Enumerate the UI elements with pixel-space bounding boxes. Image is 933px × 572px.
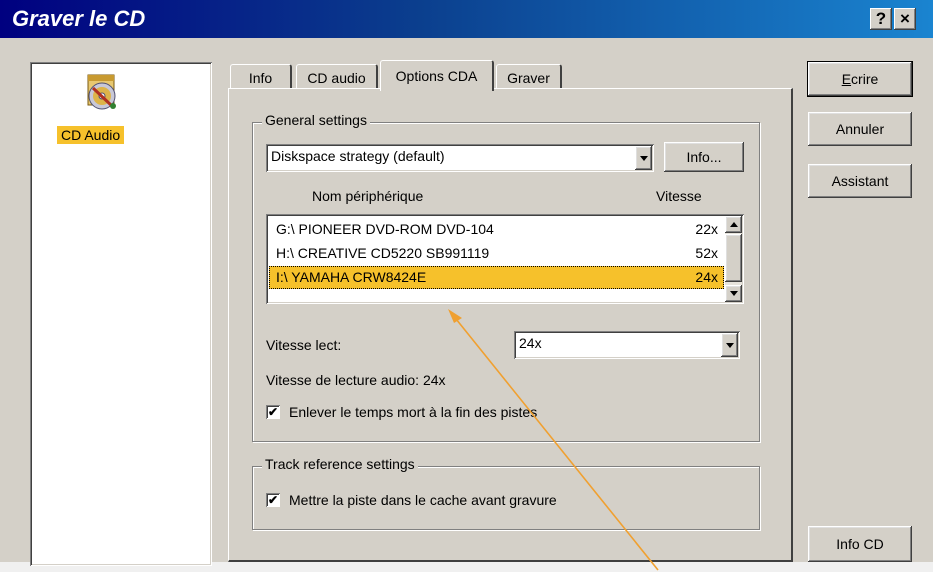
scroll-down-button[interactable]	[725, 285, 742, 302]
column-header-device: Nom périphérique	[312, 188, 424, 204]
drive-list-scrollbar[interactable]	[725, 216, 742, 302]
strategy-value: Diskspace strategy (default)	[271, 148, 445, 164]
window-title: Graver le CD	[12, 6, 146, 31]
close-button[interactable]: ×	[894, 8, 916, 30]
tab-options-cda[interactable]: Options CDA	[380, 60, 494, 91]
general-settings-label: General settings	[262, 112, 370, 128]
write-label: crire	[851, 71, 879, 87]
tab-graver[interactable]: Graver	[496, 64, 562, 90]
read-speed-label: Vitesse lect:	[266, 337, 342, 353]
cd-info-button[interactable]: Info CD	[808, 526, 912, 562]
source-list[interactable]: CD Audio	[30, 62, 212, 566]
tab-info[interactable]: Info	[230, 64, 292, 90]
write-accelerator: E	[841, 71, 852, 87]
chevron-down-icon	[725, 342, 734, 348]
cancel-button[interactable]: Annuler	[808, 112, 912, 146]
tab-cd-audio[interactable]: CD audio	[296, 64, 378, 90]
drive-row[interactable]: H:\ CREATIVE CD5220 SB991119 52x	[269, 242, 724, 265]
chevron-up-icon	[729, 222, 738, 227]
cd-audio-icon	[82, 72, 122, 112]
write-button[interactable]: Ecrire	[807, 61, 913, 97]
drive-speed: 22x	[695, 221, 718, 237]
read-speed-combo[interactable]: 24x	[514, 331, 740, 359]
cache-track-option[interactable]: ✔ Mettre la piste dans le cache avant gr…	[266, 490, 557, 510]
drive-row-selected[interactable]: I:\ YAMAHA CRW8424E 24x	[269, 266, 724, 289]
wizard-button[interactable]: Assistant	[808, 164, 912, 198]
chevron-down-icon	[729, 291, 738, 296]
scroll-up-button[interactable]	[725, 216, 742, 233]
read-speed-value: 24x	[519, 335, 542, 351]
list-item-cd-audio[interactable]: CD Audio	[30, 70, 212, 160]
cache-track-checkbox[interactable]: ✔	[266, 493, 280, 507]
strategy-dropdown-arrow[interactable]	[635, 146, 652, 170]
title-bar[interactable]: Graver le CD ? ×	[0, 0, 933, 38]
drive-row[interactable]: G:\ PIONEER DVD-ROM DVD-104 22x	[269, 218, 724, 241]
drive-speed: 24x	[695, 269, 718, 285]
column-header-speed: Vitesse	[656, 188, 702, 204]
drive-list[interactable]: G:\ PIONEER DVD-ROM DVD-104 22x H:\ CREA…	[266, 214, 744, 304]
drive-name: G:\ PIONEER DVD-ROM DVD-104	[276, 221, 494, 237]
track-reference-label: Track reference settings	[262, 456, 418, 472]
cache-track-label: Mettre la piste dans le cache avant grav…	[289, 492, 557, 508]
read-speed-dropdown-arrow[interactable]	[721, 333, 738, 357]
drive-name: H:\ CREATIVE CD5220 SB991119	[276, 245, 490, 261]
drive-name: I:\ YAMAHA CRW8424E	[276, 269, 427, 285]
scroll-thumb[interactable]	[725, 234, 742, 282]
remove-gaps-label: Enlever le temps mort à la fin des piste…	[289, 404, 538, 420]
drive-speed: 52x	[695, 245, 718, 261]
audio-read-speed-text: Vitesse de lecture audio: 24x	[266, 372, 446, 388]
list-item-label: CD Audio	[57, 126, 125, 144]
strategy-combo[interactable]: Diskspace strategy (default)	[266, 144, 654, 172]
remove-gaps-checkbox[interactable]: ✔	[266, 405, 280, 419]
help-button[interactable]: ?	[870, 8, 892, 30]
drive-info-button[interactable]: Info...	[664, 142, 744, 172]
remove-gaps-option[interactable]: ✔ Enlever le temps mort à la fin des pis…	[266, 402, 537, 422]
chevron-down-icon	[639, 155, 648, 161]
